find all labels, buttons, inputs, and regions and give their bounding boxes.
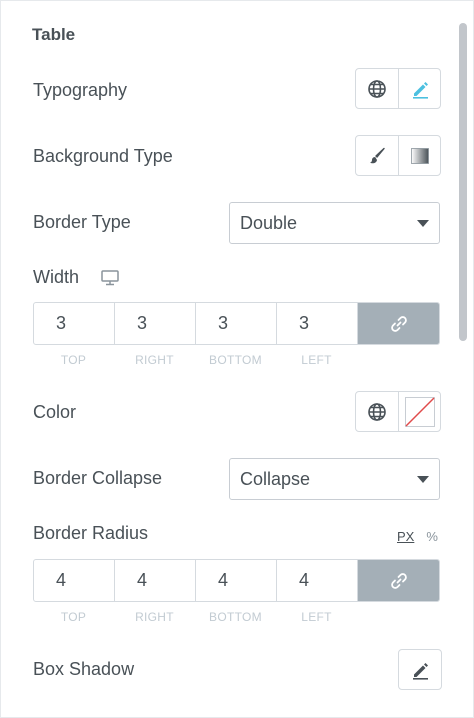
desktop-icon[interactable] xyxy=(101,270,119,286)
background-type-label: Background Type xyxy=(33,146,173,166)
chevron-down-icon xyxy=(417,476,429,483)
box-shadow-label: Box Shadow xyxy=(33,659,135,679)
width-right-input[interactable]: 3 xyxy=(115,303,196,344)
radius-left-label: LEFT xyxy=(301,610,332,624)
link-icon xyxy=(390,572,407,589)
typography-global-button[interactable] xyxy=(356,69,398,108)
globe-icon xyxy=(368,402,386,421)
radius-right-input[interactable]: 4 xyxy=(115,560,196,601)
background-classic-button[interactable] xyxy=(356,136,398,175)
width-left-label: LEFT xyxy=(301,353,332,367)
unit-percent-option[interactable]: % xyxy=(426,529,438,544)
border-type-select[interactable]: Double xyxy=(229,202,440,244)
width-side-labels: TOP RIGHT BOTTOM LEFT xyxy=(33,353,359,367)
gradient-icon xyxy=(410,147,429,164)
pencil-icon xyxy=(412,81,428,99)
color-controls xyxy=(355,391,441,432)
width-link-button[interactable] xyxy=(358,303,439,344)
scrollbar[interactable] xyxy=(459,23,467,341)
brush-icon xyxy=(370,147,385,163)
border-radius-units: PX % xyxy=(397,529,438,544)
chevron-down-icon xyxy=(417,220,429,227)
box-shadow-controls xyxy=(398,649,442,690)
typography-controls xyxy=(355,68,441,109)
width-top-input[interactable]: 3 xyxy=(34,303,115,344)
width-right-label: RIGHT xyxy=(135,353,174,367)
border-type-label: Border Type xyxy=(33,212,131,232)
typography-label: Typography xyxy=(33,80,128,100)
width-top-label: TOP xyxy=(60,353,87,367)
width-dimensions: 3 3 3 3 xyxy=(33,302,440,345)
border-radius-label: Border Radius xyxy=(33,523,149,543)
section-title: Table xyxy=(32,25,76,44)
border-type-value: Double xyxy=(240,212,298,233)
table-style-panel: Table Typography Background Type Border … xyxy=(0,0,474,718)
radius-bottom-label: BOTTOM xyxy=(209,610,262,624)
background-type-controls xyxy=(355,135,441,176)
background-gradient-button[interactable] xyxy=(398,136,440,175)
border-collapse-value: Collapse xyxy=(240,468,311,489)
radius-side-labels: TOP RIGHT BOTTOM LEFT xyxy=(33,610,359,624)
typography-edit-button[interactable] xyxy=(398,69,440,108)
unit-px-option[interactable]: PX xyxy=(397,529,414,544)
width-bottom-input[interactable]: 3 xyxy=(196,303,277,344)
width-bottom-label: BOTTOM xyxy=(209,353,262,367)
border-collapse-select[interactable]: Collapse xyxy=(229,458,440,500)
globe-icon xyxy=(368,79,386,98)
width-label: Width xyxy=(33,267,80,287)
radius-left-input[interactable]: 4 xyxy=(277,560,358,601)
border-collapse-label: Border Collapse xyxy=(33,468,163,488)
radius-bottom-input[interactable]: 4 xyxy=(196,560,277,601)
radius-right-label: RIGHT xyxy=(135,610,174,624)
color-picker-button[interactable] xyxy=(398,392,440,431)
clear-color-swatch-icon xyxy=(404,396,435,427)
border-radius-dimensions: 4 4 4 4 xyxy=(33,559,440,602)
radius-top-input[interactable]: 4 xyxy=(34,560,115,601)
pencil-icon xyxy=(413,662,428,680)
width-left-input[interactable]: 3 xyxy=(277,303,358,344)
color-global-button[interactable] xyxy=(356,392,398,431)
radius-link-button[interactable] xyxy=(358,560,439,601)
color-label: Color xyxy=(33,402,77,422)
link-icon xyxy=(390,315,407,332)
radius-top-label: TOP xyxy=(60,610,87,624)
box-shadow-edit-button[interactable] xyxy=(399,650,441,689)
